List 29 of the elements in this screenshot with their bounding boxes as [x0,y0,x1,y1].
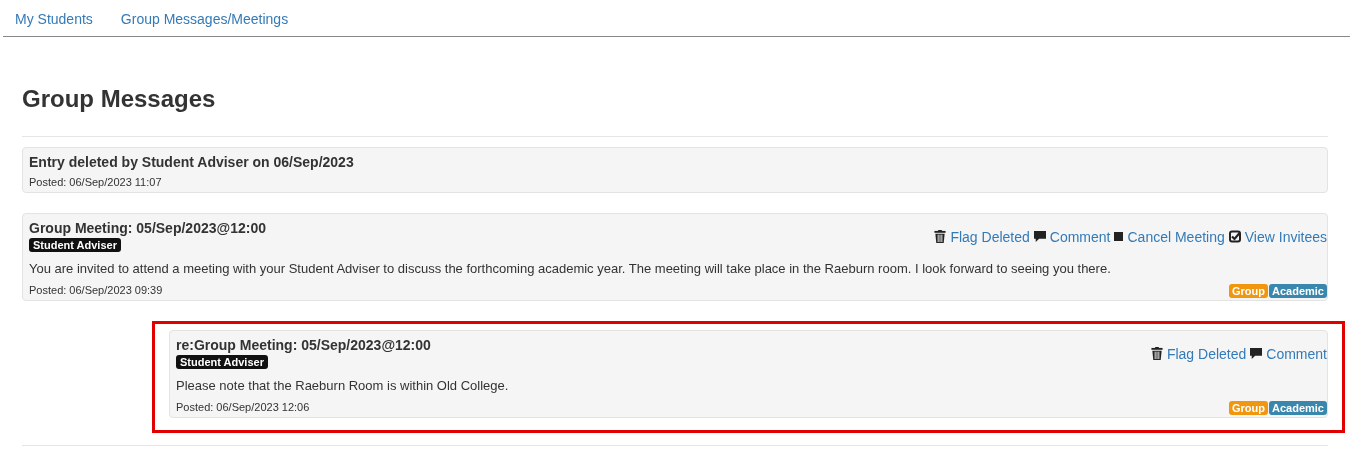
trash-icon [934,230,947,243]
author-badge: Student Adviser [29,238,121,252]
checkbox-icon [1228,230,1241,243]
action-link[interactable]: Comment [1266,345,1327,362]
action-link[interactable]: View Invitees [1244,228,1327,245]
trash-icon [1150,347,1163,360]
page-heading: Group Messages [22,84,217,114]
action-link[interactable]: Cancel Meeting [1127,228,1225,245]
posted-date: Posted: 06/Sep/2023 12:06 [176,400,310,414]
posted-date: Posted: 06/Sep/2023 09:39 [29,283,163,297]
message-text: Please note that the Raeburn Room is within Old College. [176,378,510,394]
action-link[interactable]: Comment [1049,228,1111,245]
message-title: Group Meeting: 05/Sep/2023@12:00 [29,219,266,237]
nav-tab[interactable]: Group Messages/Meetings [106,0,303,36]
category-tag: Group [1229,284,1268,298]
posted-date: Posted: 06/Sep/2023 11:07 [29,175,163,189]
message-text: You are invited to attend a meeting with your Student Adviser to discuss the forthcoming academic year. The meeting will take place in the Raeburn room. I look forward to seeing you there. [29,261,1112,277]
speech-bubble-icon [1250,347,1263,360]
category-tag: Group [1229,401,1268,415]
category-tag: Academic [1269,401,1327,415]
square-icon [1114,232,1124,241]
speech-bubble-icon [1033,230,1046,243]
message-title: Entry deleted by Student Adviser on 06/Sep/2023 [29,153,355,171]
action-link[interactable]: Flag Deleted [1166,345,1247,362]
message-title: re:Group Meeting: 05/Sep/2023@12:00 [176,336,431,354]
author-badge: Student Adviser [176,355,268,369]
nav-tab[interactable]: My Students [3,0,107,36]
action-link[interactable]: Flag Deleted [950,228,1030,245]
category-tag: Academic [1269,284,1327,298]
